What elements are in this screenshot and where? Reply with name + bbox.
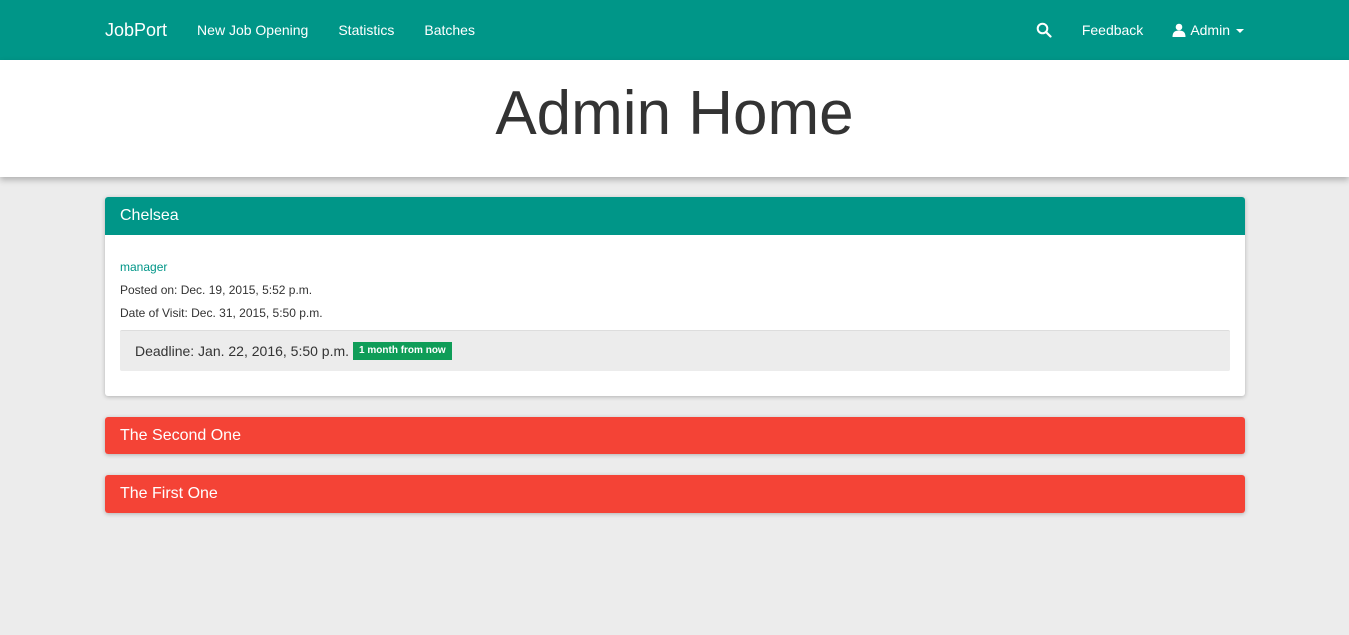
job-panel-chelsea: Chelsea manager Posted on: Dec. 19, 2015… (105, 197, 1245, 396)
job-panel-heading[interactable]: Chelsea (105, 197, 1245, 235)
job-panel-second-one: The Second One (105, 417, 1245, 454)
chevron-down-icon (1236, 29, 1244, 33)
nav-link-feedback[interactable]: Feedback (1082, 22, 1143, 38)
job-panel-heading[interactable]: The First One (105, 475, 1245, 513)
brand-link[interactable]: JobPort (105, 20, 167, 41)
user-icon (1172, 23, 1186, 37)
deadline-well: Deadline: Jan. 22, 2016, 5:50 p.m. 1 mon… (120, 330, 1230, 371)
navbar-inner: JobPort New Job Opening Statistics Batch… (105, 0, 1244, 60)
visit-date: Date of Visit: Dec. 31, 2015, 5:50 p.m. (120, 306, 323, 320)
admin-dropdown[interactable]: Admin (1172, 22, 1244, 38)
job-panel-heading[interactable]: The Second One (105, 417, 1245, 454)
deadline-badge: 1 month from now (353, 342, 452, 360)
job-title-link[interactable]: manager (120, 260, 167, 274)
page-title: Admin Home (495, 79, 854, 148)
nav-link-new-job-opening[interactable]: New Job Opening (197, 22, 308, 38)
search-icon[interactable] (1036, 22, 1052, 38)
deadline-text: Deadline: Jan. 22, 2016, 5:50 p.m. (135, 343, 350, 359)
nav-link-batches[interactable]: Batches (424, 22, 475, 38)
navbar-right: Feedback Admin (1036, 22, 1244, 38)
nav-link-statistics[interactable]: Statistics (338, 22, 394, 38)
navbar: JobPort New Job Opening Statistics Batch… (0, 0, 1349, 60)
posted-date: Posted on: Dec. 19, 2015, 5:52 p.m. (120, 283, 313, 297)
admin-label: Admin (1190, 22, 1230, 38)
job-panel-first-one: The First One (105, 475, 1245, 513)
job-panel-body: manager Posted on: Dec. 19, 2015, 5:52 p… (105, 235, 1245, 396)
page-header: Admin Home (0, 60, 1349, 177)
